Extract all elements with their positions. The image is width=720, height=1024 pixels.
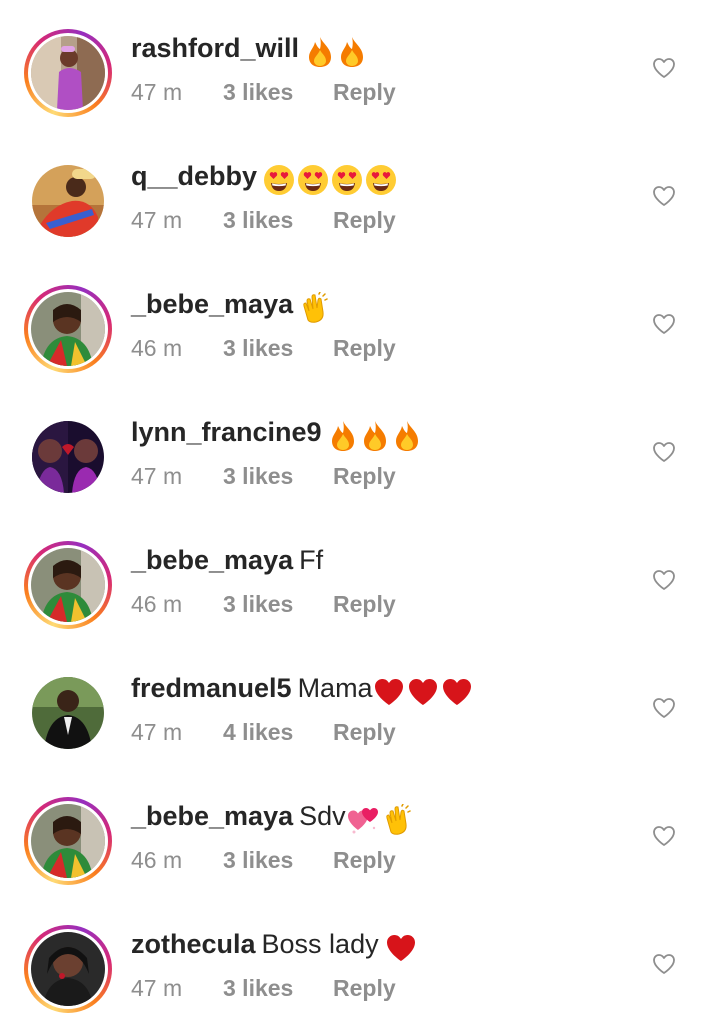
two-hearts-icon: [347, 808, 378, 834]
avatar-photo: [32, 165, 104, 237]
comment-emojis: [263, 164, 399, 200]
comment-time: 47 m: [131, 975, 183, 1001]
comment-item: rashford_will 47 m 3 likes Reply: [0, 0, 720, 128]
comment-username[interactable]: q__debby: [131, 161, 257, 191]
comment-list: rashford_will 47 m3 likes Reply q__debby …: [0, 0, 720, 1022]
avatar[interactable]: [24, 413, 112, 501]
like-heart-icon[interactable]: [652, 440, 676, 464]
comment-likes-count[interactable]: 3 likes: [223, 844, 333, 876]
comment-likes-count[interactable]: 3 likes: [223, 460, 333, 492]
comment-username[interactable]: fredmanuel5: [131, 673, 292, 703]
comment-username[interactable]: _bebe_maya: [131, 545, 293, 575]
heart-eyes-icon: [366, 165, 397, 195]
comment-emojis: [305, 36, 369, 72]
reply-button[interactable]: Reply: [333, 588, 396, 620]
comment-time: 46 m: [131, 591, 183, 617]
comment-likes-count[interactable]: 3 likes: [223, 972, 333, 1004]
comment-text: Ff: [299, 545, 324, 575]
avatar-photo: [32, 677, 104, 749]
red-heart-icon: [408, 679, 437, 705]
avatar-photo: [31, 804, 105, 878]
avatar[interactable]: [24, 669, 112, 757]
comment-time: 47 m: [131, 719, 183, 745]
heart-eyes-icon: [332, 165, 363, 195]
fire-icon: [395, 421, 418, 451]
comment-time: 47 m: [131, 79, 183, 105]
like-heart-icon[interactable]: [652, 696, 676, 720]
reply-button[interactable]: Reply: [333, 76, 396, 108]
comment-likes-count[interactable]: 4 likes: [223, 716, 333, 748]
like-heart-icon[interactable]: [652, 952, 676, 976]
avatar[interactable]: [24, 925, 112, 1013]
comment-emojis: [346, 804, 414, 840]
clap-icon: [303, 292, 328, 323]
comment-emojis: [373, 676, 475, 712]
comment-time: 47 m: [131, 463, 183, 489]
comment-likes-count[interactable]: 3 likes: [223, 204, 333, 236]
comment-likes-count[interactable]: 3 likes: [223, 332, 333, 364]
reply-button[interactable]: Reply: [333, 460, 396, 492]
like-heart-icon[interactable]: [652, 56, 676, 80]
heart-eyes-icon: [264, 165, 295, 195]
comment-text: Mama: [297, 673, 373, 703]
like-heart-icon[interactable]: [652, 312, 676, 336]
like-heart-icon[interactable]: [652, 568, 676, 592]
comment-item: lynn_francine9 47 m 3 likes Reply: [0, 384, 720, 512]
comment-item: _bebe_maya Sdv 46 m 3 likes Reply: [0, 768, 720, 896]
avatar-photo: [31, 932, 105, 1006]
comment-username[interactable]: rashford_will: [131, 33, 299, 63]
avatar-photo: [31, 36, 105, 110]
comment-username[interactable]: zothecula: [131, 929, 256, 959]
comment-username[interactable]: _bebe_maya: [131, 289, 293, 319]
comment-username[interactable]: _bebe_maya: [131, 801, 293, 831]
comment-emojis: [328, 420, 424, 456]
red-heart-icon: [386, 935, 415, 961]
fire-icon: [309, 37, 332, 67]
heart-eyes-icon: [298, 165, 329, 195]
reply-button[interactable]: Reply: [333, 332, 396, 364]
comment-item: _bebe_maya Ff 46 m 3 likes Reply: [0, 512, 720, 640]
reply-button[interactable]: Reply: [333, 716, 396, 748]
avatar[interactable]: [24, 541, 112, 629]
avatar[interactable]: [24, 29, 112, 117]
comment-time: 46 m: [131, 847, 183, 873]
avatar-photo: [32, 421, 104, 493]
avatar[interactable]: [24, 285, 112, 373]
red-heart-icon: [442, 679, 471, 705]
comment-username[interactable]: lynn_francine9: [131, 417, 322, 447]
comment-likes-count[interactable]: 3 likes: [223, 588, 333, 620]
red-heart-icon: [374, 679, 403, 705]
comment-text: Boss lady: [261, 929, 379, 959]
fire-icon: [341, 37, 364, 67]
comment-emojis: [385, 932, 419, 968]
comment-time: 47 m: [131, 207, 183, 233]
comment-time: 46 m: [131, 335, 183, 361]
clap-icon: [385, 804, 411, 835]
avatar-photo: [31, 548, 105, 622]
comment-item: fredmanuel5 Mama 47 m 4 likes Reply: [0, 640, 720, 768]
comment-text: Sdv: [299, 801, 346, 831]
fire-icon: [363, 421, 386, 451]
avatar[interactable]: [24, 797, 112, 885]
fire-icon: [331, 421, 354, 451]
like-heart-icon[interactable]: [652, 184, 676, 208]
reply-button[interactable]: Reply: [333, 972, 396, 1004]
comment-item: q__debby 47 m 3 likes Reply: [0, 128, 720, 256]
avatar[interactable]: [24, 157, 112, 245]
like-heart-icon[interactable]: [652, 824, 676, 848]
comment-likes-count[interactable]: 3 likes: [223, 76, 333, 108]
comment-emojis: [299, 292, 331, 328]
reply-button[interactable]: Reply: [333, 844, 396, 876]
comment-item: _bebe_maya 46 m 3 likes Reply: [0, 256, 720, 384]
avatar-photo: [31, 292, 105, 366]
comment-item: zothecula Boss lady 47 m 3 likes Reply: [0, 896, 720, 1024]
reply-button[interactable]: Reply: [333, 204, 396, 236]
